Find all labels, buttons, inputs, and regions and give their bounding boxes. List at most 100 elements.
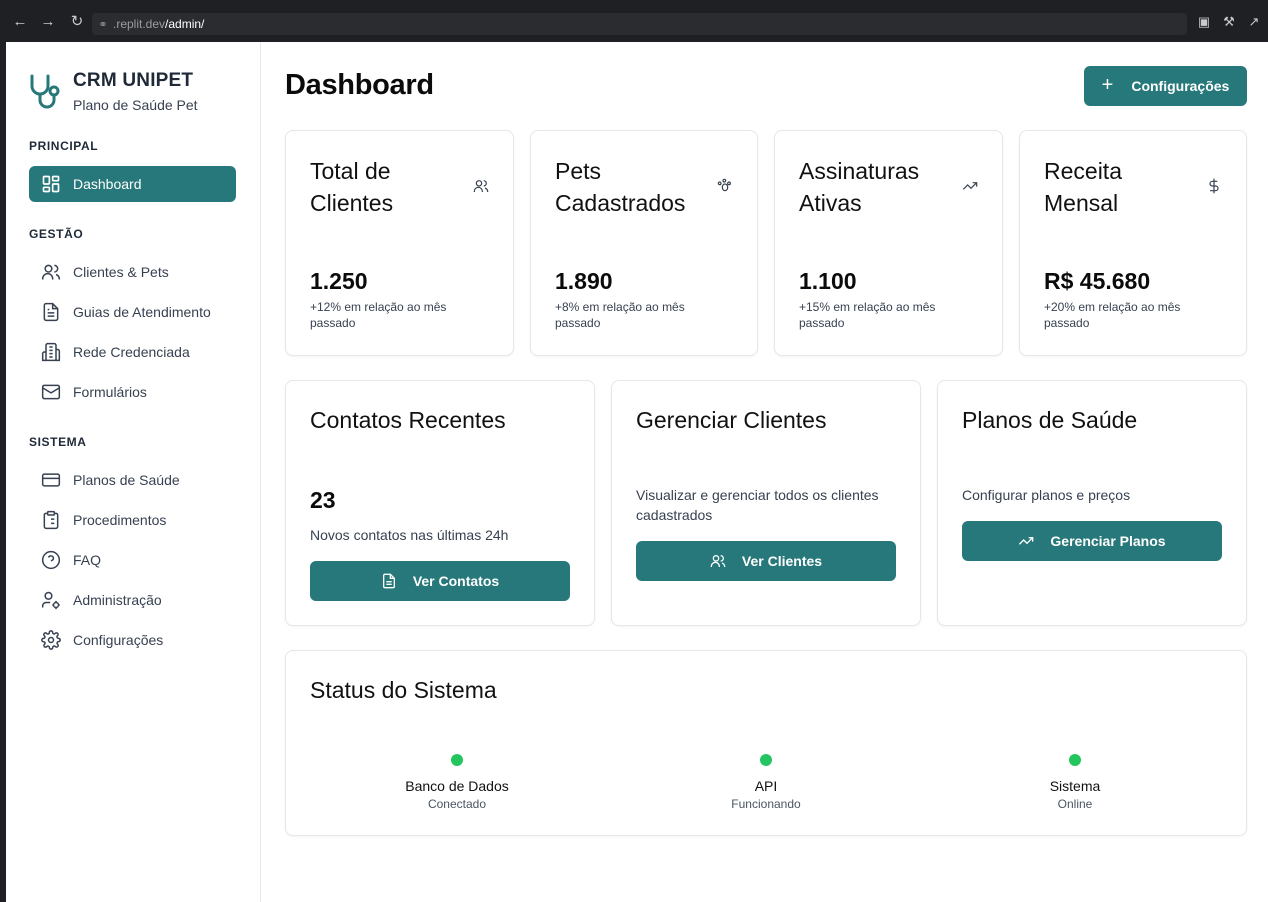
card-title: Gerenciar Clientes	[636, 407, 827, 433]
address-bar[interactable]: ⚭ .replit.dev/admin/	[92, 13, 1187, 35]
stat-card-pets: Pets Cadastrados 1.890 +8% em relação ao…	[530, 130, 758, 356]
back-arrow-icon[interactable]: ←	[10, 12, 30, 32]
url-host: .replit.dev	[113, 17, 166, 31]
config-button-label: Configurações	[1131, 78, 1230, 94]
dashboard-icon	[42, 175, 60, 193]
link-icon: ⚭	[98, 18, 108, 31]
stat-card-clientes: Total de Clientes 1.250 +12% em relação …	[285, 130, 514, 356]
stat-value: 1.100	[799, 268, 857, 294]
brand: CRM UNIPET Plano de Saúde Pet	[28, 70, 198, 113]
users-icon	[473, 180, 489, 192]
user-cog-icon	[41, 591, 60, 610]
mail-icon	[41, 384, 61, 400]
stethoscope-icon	[30, 74, 60, 109]
card-planos-saude: Planos de Saúde Configurar planos e preç…	[937, 380, 1247, 626]
sidebar-item-dashboard[interactable]: Dashboard	[29, 166, 236, 202]
sidebar-item-formularios[interactable]: Formulários	[29, 374, 236, 410]
sidebar-item-label: Configurações	[73, 632, 164, 648]
brand-subtitle: Plano de Saúde Pet	[73, 97, 198, 113]
sidebar-item-configuracoes[interactable]: Configurações	[29, 622, 236, 658]
stat-value: R$ 45.680	[1044, 268, 1151, 294]
status-dot	[1069, 754, 1081, 766]
sidebar-item-label: Administração	[73, 592, 162, 608]
status-state: Online	[1057, 797, 1093, 811]
section-label-principal: PRINCIPAL	[29, 139, 99, 153]
status-name: API	[754, 778, 778, 794]
sidebar-item-label: Rede Credenciada	[73, 344, 190, 360]
reload-icon[interactable]: ↻	[67, 12, 87, 32]
stat-title: Total de Clientes	[310, 158, 394, 216]
users-icon	[41, 264, 61, 280]
plus-icon: +	[1101, 73, 1114, 96]
trending-up-icon	[962, 182, 978, 190]
sidebar-item-label: Formulários	[73, 384, 147, 400]
browser-chrome: ← → ↻ ⚭ .replit.dev/admin/ ▣ ⚒ ↗	[0, 0, 1268, 42]
ver-contatos-button[interactable]: Ver Contatos	[310, 561, 570, 601]
stat-change: +15% em relação ao mês passado	[799, 300, 936, 330]
card-description: Visualizar e gerenciar todos os clientes…	[636, 487, 879, 523]
gear-icon	[41, 630, 61, 650]
section-label-sistema: SISTEMA	[29, 435, 87, 449]
card-title: Contatos Recentes	[310, 407, 506, 433]
card-status-sistema: Status do Sistema Banco de Dados Conecta…	[285, 650, 1247, 836]
file-icon	[43, 302, 59, 322]
building-icon	[41, 342, 61, 362]
status-state: Conectado	[427, 797, 487, 811]
status-name: Banco de Dados	[405, 778, 509, 794]
card-contatos-recentes: Contatos Recentes 23 Novos contatos nas …	[285, 380, 595, 626]
status-state: Funcionando	[731, 797, 801, 811]
credit-card-icon	[41, 473, 61, 487]
status-item-banco: Banco de Dados Conectado	[357, 754, 557, 811]
forward-arrow-icon[interactable]: →	[38, 12, 58, 32]
stat-title: Pets Cadastrados	[555, 158, 686, 216]
stat-change: +20% em relação ao mês passado	[1044, 300, 1181, 330]
wrench-icon[interactable]: ⚒	[1220, 14, 1238, 30]
ver-clientes-button[interactable]: Ver Clientes	[636, 541, 896, 581]
brand-title: CRM UNIPET	[73, 70, 194, 91]
users-icon	[710, 555, 726, 567]
gerenciar-planos-button[interactable]: Gerenciar Planos	[962, 521, 1222, 561]
stat-card-receita: Receita Mensal R$ 45.680 +20% em relação…	[1019, 130, 1247, 356]
file-text-icon	[382, 573, 395, 589]
help-circle-icon	[41, 550, 61, 570]
sidebar-item-label: Procedimentos	[73, 512, 167, 528]
stat-title: Receita Mensal	[1044, 158, 1122, 216]
button-label: Ver Contatos	[412, 573, 500, 589]
stat-title: Assinaturas Ativas	[799, 158, 920, 216]
sidebar-item-procedimentos[interactable]: Procedimentos	[29, 502, 236, 538]
devices-icon[interactable]: ▣	[1195, 14, 1213, 30]
sidebar-item-rede[interactable]: Rede Credenciada	[29, 334, 236, 370]
sidebar-item-label: Planos de Saúde	[73, 472, 180, 488]
trending-up-icon	[1019, 537, 1034, 545]
status-item-api: API Funcionando	[666, 754, 866, 811]
card-title: Status do Sistema	[310, 677, 497, 703]
clipboard-list-icon	[43, 510, 59, 530]
sidebar-item-administracao[interactable]: Administração	[29, 582, 236, 618]
card-gerenciar-clientes: Gerenciar Clientes Visualizar e gerencia…	[611, 380, 921, 626]
config-button[interactable]: + Configurações	[1084, 66, 1247, 106]
sidebar-item-planos[interactable]: Planos de Saúde	[29, 462, 236, 498]
status-dot	[760, 754, 772, 766]
sidebar-item-label: FAQ	[73, 552, 102, 568]
external-link-icon[interactable]: ↗	[1245, 14, 1263, 30]
stat-card-assinaturas: Assinaturas Ativas 1.100 +15% em relação…	[774, 130, 1003, 356]
card-description: Configurar planos e preços	[962, 487, 1131, 503]
button-label: Gerenciar Planos	[1050, 533, 1166, 549]
stat-value: 1.250	[310, 268, 368, 294]
app-window: CRM UNIPET Plano de Saúde Pet PRINCIPAL …	[6, 42, 1268, 902]
sidebar-item-faq[interactable]: FAQ	[29, 542, 236, 578]
main-content: Dashboard + Configurações Total de Clien…	[261, 42, 1268, 902]
sidebar-item-clientes-pets[interactable]: Clientes & Pets	[29, 254, 236, 290]
page-title: Dashboard	[285, 69, 434, 101]
status-item-sistema: Sistema Online	[975, 754, 1175, 811]
card-description: Novos contatos nas últimas 24h	[310, 527, 509, 543]
status-dot	[451, 754, 463, 766]
stat-change: +12% em relação ao mês passado	[310, 300, 447, 330]
button-label: Ver Clientes	[741, 553, 823, 569]
stat-value: 1.890	[555, 268, 613, 294]
paw-icon	[717, 178, 731, 192]
section-label-gestao: GESTÃO	[29, 227, 84, 241]
url-path: /admin/	[165, 17, 205, 31]
sidebar-item-guias[interactable]: Guias de Atendimento	[29, 294, 236, 330]
sidebar-item-label: Dashboard	[73, 176, 142, 192]
